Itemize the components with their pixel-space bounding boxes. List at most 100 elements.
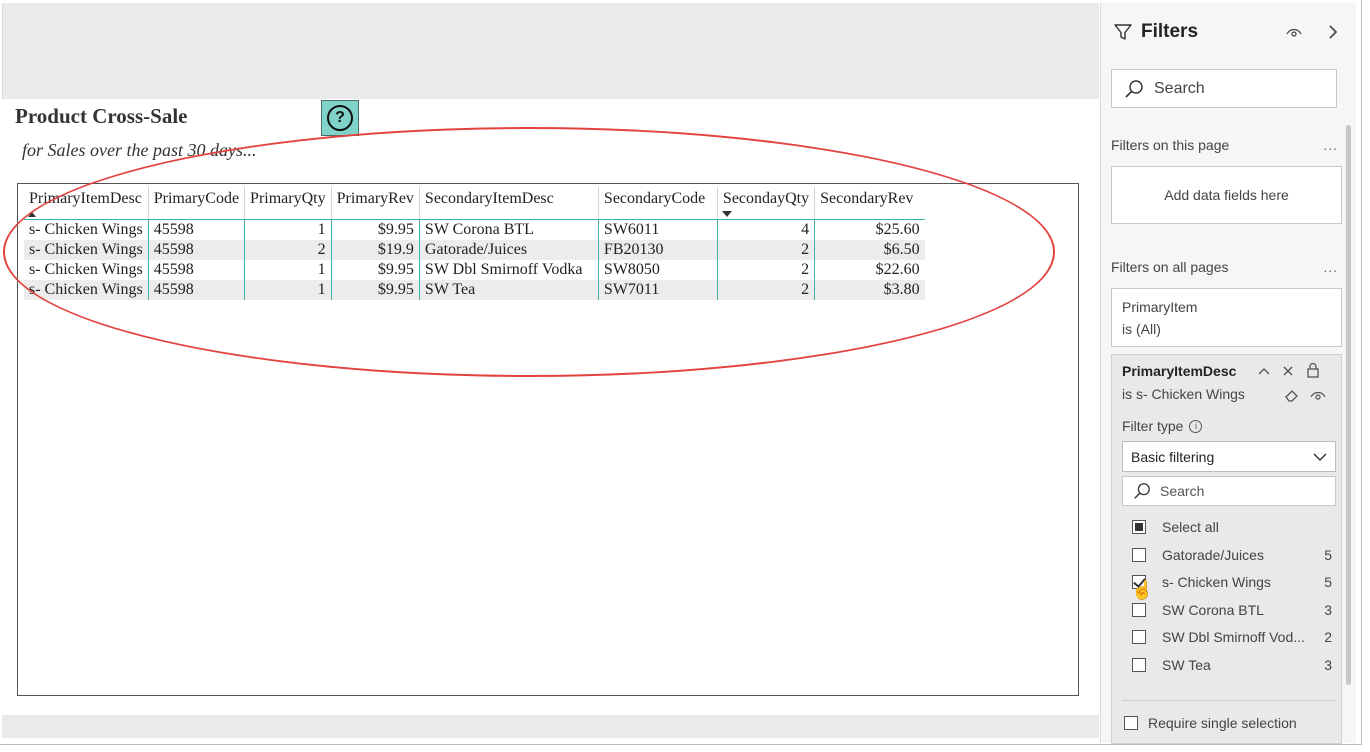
help-button[interactable]: ? bbox=[321, 100, 359, 136]
require-single-selection-option[interactable]: Require single selection bbox=[1124, 715, 1297, 731]
filter-card-state: is s- Chicken Wings bbox=[1122, 386, 1245, 402]
cell-primaryrev: $9.95 bbox=[331, 279, 420, 300]
cell-secondayqty: 2 bbox=[717, 259, 816, 280]
col-header-secondaryrev[interactable]: SecondaryRev bbox=[814, 187, 925, 220]
col-header-secondarycode[interactable]: SecondaryCode bbox=[598, 187, 718, 220]
search-icon bbox=[1134, 483, 1150, 499]
report-subtitle: for Sales over the past 30 days... bbox=[22, 140, 257, 160]
divider bbox=[1122, 700, 1336, 701]
cell-primaryqty: 2 bbox=[244, 239, 332, 260]
sort-descending-icon bbox=[721, 210, 732, 217]
cross-sale-table: PrimaryItemDesc PrimaryCode PrimaryQty P… bbox=[24, 187, 925, 300]
info-icon: i bbox=[1189, 419, 1203, 433]
cell-secondaryrev: $3.80 bbox=[814, 279, 925, 300]
filter-option-chicken-wings[interactable]: s- Chicken Wings 5 bbox=[1132, 574, 1332, 590]
filter-card-state: is (All) bbox=[1122, 321, 1161, 337]
canvas-bottom bbox=[2, 715, 1099, 738]
cell-secondaryrev: $25.60 bbox=[875, 220, 920, 238]
cell-secondaryrev: $22.60 bbox=[875, 260, 920, 278]
lock-icon[interactable] bbox=[1306, 362, 1320, 378]
search-icon bbox=[1125, 79, 1143, 98]
sort-ascending-icon bbox=[28, 211, 36, 217]
cell-secondaryitemdesc: SW Tea bbox=[419, 279, 599, 300]
add-data-fields-dropzone[interactable]: Add data fields here bbox=[1111, 166, 1342, 224]
eye-icon[interactable] bbox=[1310, 389, 1326, 401]
table-row[interactable]: s- Chicken Wings 45598 2 $19.9 Gatorade/… bbox=[24, 239, 925, 260]
collapse-chevron-icon[interactable] bbox=[1327, 23, 1339, 41]
cell-primaryrev: $9.95 bbox=[331, 259, 420, 280]
filter-option-smirnoff[interactable]: SW Dbl Smirnoff Vod... 2 bbox=[1132, 629, 1332, 645]
cell-secondaryrev: $6.50 bbox=[814, 239, 925, 260]
filter-list-search-input[interactable]: Search bbox=[1122, 476, 1336, 506]
cell-primarycode: 45598 bbox=[148, 279, 246, 300]
col-header-primaryrev[interactable]: PrimaryRev bbox=[331, 187, 420, 220]
filter-option-gatorade[interactable]: Gatorade/Juices 5 bbox=[1132, 547, 1332, 563]
question-circle-icon: ? bbox=[327, 105, 353, 131]
cell-secondayqty: 4 bbox=[717, 219, 816, 240]
filter-type-label: Filter type i bbox=[1122, 418, 1203, 434]
eraser-icon[interactable] bbox=[1284, 388, 1300, 402]
cell-primaryrev: $19.9 bbox=[331, 239, 420, 260]
filters-on-all-pages-label: Filters on all pages bbox=[1111, 259, 1229, 275]
cell-primaryqty: 1 bbox=[244, 219, 332, 240]
cell-primarycode: 45598 bbox=[148, 239, 246, 260]
cell-secondaryitemdesc: SW Corona BTL bbox=[419, 219, 599, 240]
cell-secondayqty: 2 bbox=[717, 279, 816, 300]
select-all-option[interactable]: Select all bbox=[1132, 519, 1332, 535]
cell-primaryitemdesc: s- Chicken Wings bbox=[24, 279, 149, 300]
filter-card-primaryitemdesc[interactable]: PrimaryItemDesc is s- Chicken Wings Filt… bbox=[1111, 354, 1342, 744]
filters-title: Filters bbox=[1141, 21, 1199, 42]
col-header-primaryqty[interactable]: PrimaryQty bbox=[244, 187, 332, 220]
cell-primaryitemdesc: s- Chicken Wings bbox=[24, 259, 149, 280]
cross-sale-table-visual[interactable]: PrimaryItemDesc PrimaryCode PrimaryQty P… bbox=[17, 183, 1079, 696]
option-checkbox[interactable] bbox=[1132, 630, 1146, 644]
filter-card-primaryitem[interactable]: PrimaryItem is (All) bbox=[1111, 288, 1342, 347]
filter-card-name: PrimaryItemDesc bbox=[1122, 363, 1237, 379]
option-checkbox[interactable] bbox=[1132, 658, 1146, 672]
filters-scrollbar[interactable] bbox=[1346, 125, 1351, 685]
cell-primaryitemdesc: s- Chicken Wings bbox=[24, 239, 149, 260]
cell-secondarycode: SW8050 bbox=[598, 259, 718, 280]
close-icon[interactable] bbox=[1281, 364, 1295, 378]
filter-type-select[interactable]: Basic filtering bbox=[1122, 441, 1336, 472]
cell-primaryrev: $9.95 bbox=[331, 219, 420, 240]
more-options-icon[interactable]: ... bbox=[1323, 137, 1338, 153]
cell-secondarycode: SW7011 bbox=[598, 279, 718, 300]
cell-primaryqty: 1 bbox=[244, 259, 332, 280]
select-all-checkbox[interactable] bbox=[1132, 520, 1146, 534]
cell-secondayqty: 2 bbox=[717, 239, 816, 260]
eye-icon[interactable] bbox=[1286, 25, 1302, 39]
filters-on-this-page-label: Filters on this page bbox=[1111, 137, 1230, 153]
require-single-checkbox[interactable] bbox=[1124, 716, 1138, 730]
filters-pane: Filters Search Filters on this page ... … bbox=[1100, 3, 1356, 744]
cell-secondaryitemdesc: SW Dbl Smirnoff Vodka bbox=[419, 259, 599, 280]
chevron-up-icon[interactable] bbox=[1257, 364, 1271, 378]
cell-primaryitemdesc: s- Chicken Wings bbox=[24, 219, 149, 240]
hand-cursor-icon: ☝ bbox=[1131, 580, 1154, 600]
table-header-row: PrimaryItemDesc PrimaryCode PrimaryQty P… bbox=[24, 187, 925, 220]
col-header-primaryitemdesc[interactable]: PrimaryItemDesc bbox=[24, 187, 149, 220]
col-header-primarycode[interactable]: PrimaryCode bbox=[148, 187, 246, 220]
table-row[interactable]: s- Chicken Wings 45598 1 $9.95 SW Corona… bbox=[24, 219, 925, 240]
table-row[interactable]: s- Chicken Wings 45598 1 $9.95 SW Tea SW… bbox=[24, 279, 925, 300]
chevron-down-icon bbox=[1313, 452, 1327, 461]
filters-search-placeholder: Search bbox=[1154, 79, 1205, 97]
filter-option-sw-tea[interactable]: SW Tea 3 bbox=[1132, 657, 1332, 673]
cell-primaryqty: 1 bbox=[244, 279, 332, 300]
more-options-icon[interactable]: ... bbox=[1323, 259, 1338, 275]
cell-secondaryitemdesc: Gatorade/Juices bbox=[419, 239, 599, 260]
table-row[interactable]: s- Chicken Wings 45598 1 $9.95 SW Dbl Sm… bbox=[24, 259, 925, 280]
funnel-icon bbox=[1114, 24, 1132, 40]
report-title: Product Cross-Sale bbox=[15, 104, 188, 128]
cell-primarycode: 45598 bbox=[148, 259, 246, 280]
filter-card-name: PrimaryItem bbox=[1122, 299, 1198, 315]
option-checkbox[interactable] bbox=[1132, 603, 1146, 617]
col-header-secondayqty[interactable]: SecondayQty bbox=[717, 187, 816, 220]
cell-secondarycode: FB20130 bbox=[598, 239, 718, 260]
cell-primarycode: 45598 bbox=[148, 219, 246, 240]
cell-secondarycode: SW6011 bbox=[598, 219, 718, 240]
option-checkbox[interactable] bbox=[1132, 548, 1146, 562]
filters-search-input[interactable]: Search bbox=[1111, 69, 1337, 108]
col-header-secondaryitemdesc[interactable]: SecondaryItemDesc bbox=[419, 187, 599, 220]
filter-option-corona[interactable]: SW Corona BTL 3 bbox=[1132, 602, 1332, 618]
